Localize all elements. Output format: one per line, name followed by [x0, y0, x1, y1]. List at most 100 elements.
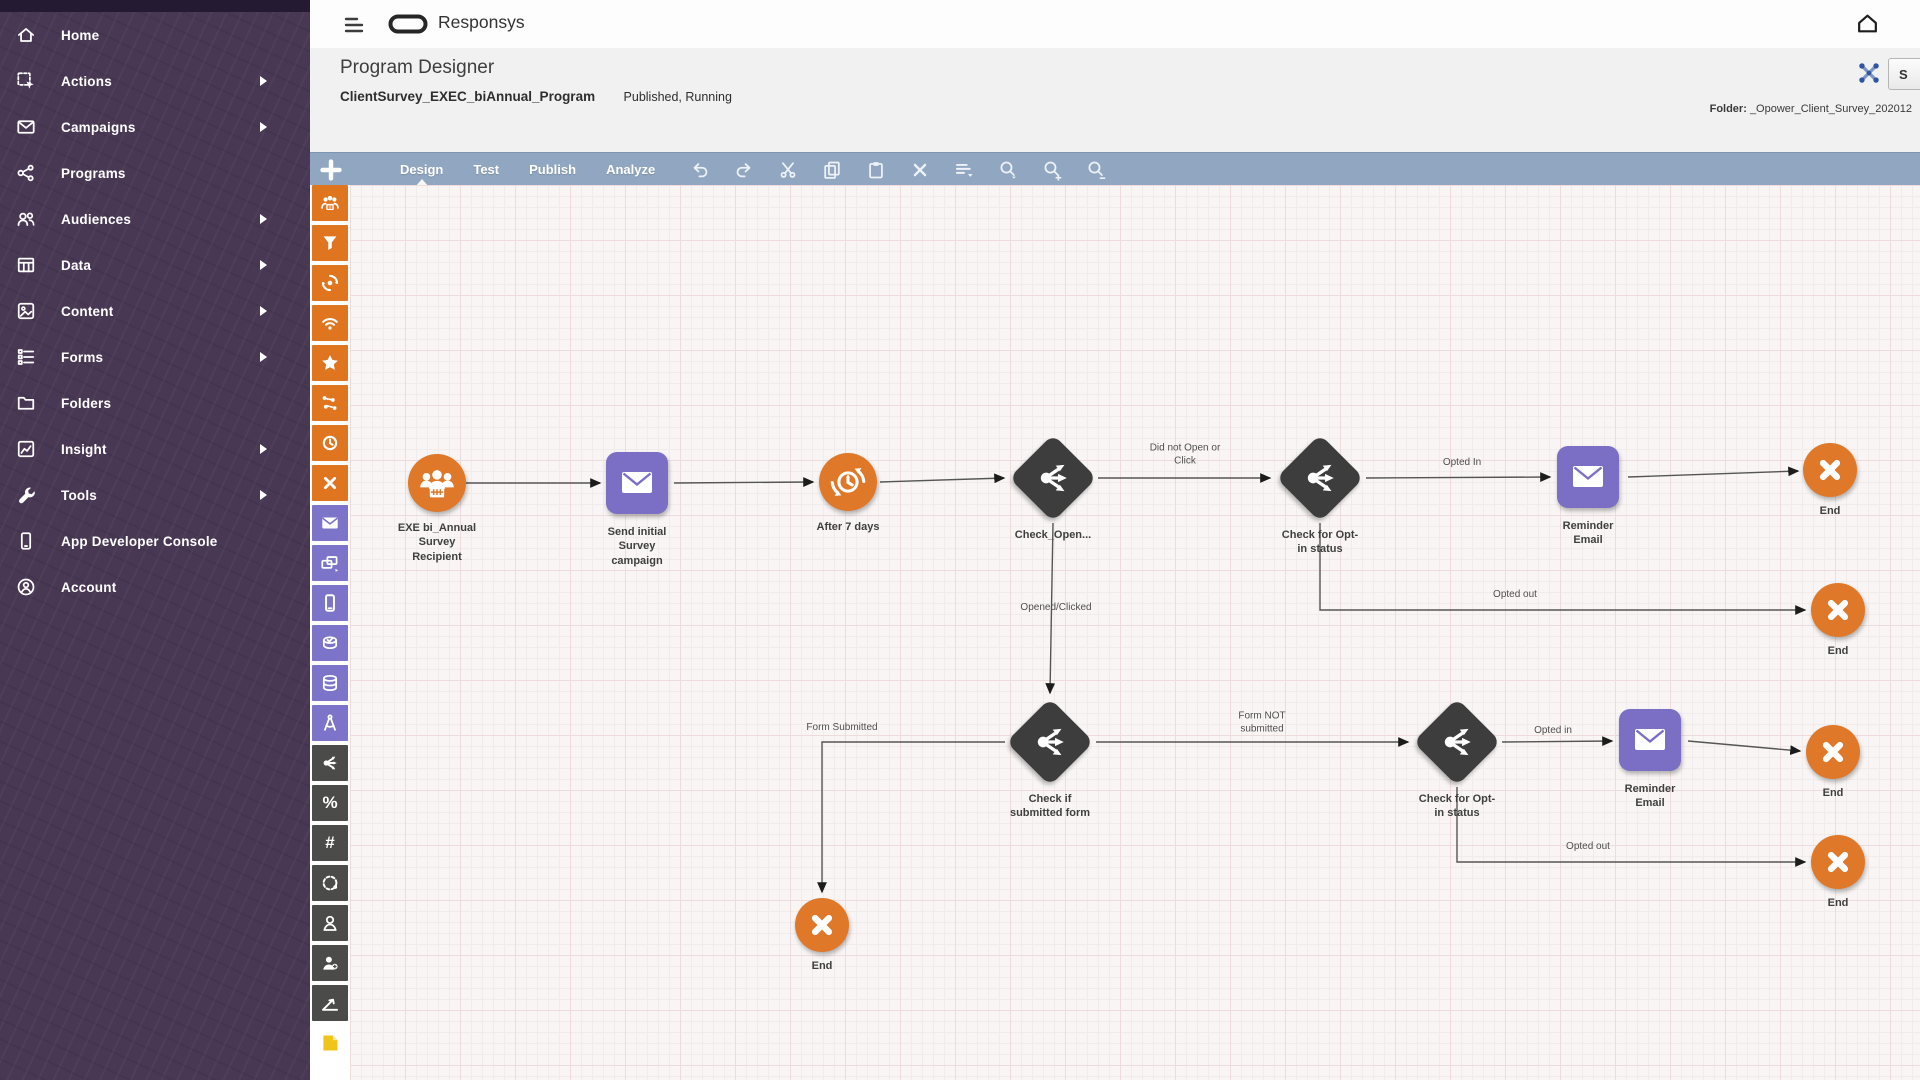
palette-item-mobile[interactable] [312, 585, 348, 621]
program-canvas[interactable]: Did not Open or ClickOpted InOpted outOp… [350, 185, 1920, 1080]
palette-item-approval[interactable] [312, 625, 348, 661]
cut-icon[interactable] [777, 159, 799, 181]
work-area: %# Did not Open or ClickOpted InOpted ou… [310, 185, 1920, 1080]
node-end-5[interactable] [1811, 835, 1865, 889]
sidebar-item-label: Account [61, 580, 116, 595]
mobile-icon [319, 592, 341, 614]
forms-icon [15, 346, 37, 368]
sidebar-item-folders[interactable]: Folders [0, 380, 310, 426]
email-icon [319, 512, 341, 534]
zoom-select-icon[interactable] [997, 159, 1019, 181]
top-bar: Responsys [310, 0, 1920, 49]
fit-to-screen-icon[interactable] [1856, 60, 1882, 86]
node-start[interactable] [408, 454, 466, 512]
sidebar-item-home[interactable]: Home [0, 12, 310, 58]
palette-item-cancel[interactable] [312, 465, 348, 501]
align-icon[interactable] [953, 159, 975, 181]
node-after-7-days[interactable] [819, 453, 877, 511]
sidebar-item-label: Folders [61, 396, 111, 411]
sidebar-item-actions[interactable]: Actions [0, 58, 310, 104]
palette-item-performance[interactable] [312, 985, 348, 1021]
timer-icon [319, 432, 341, 454]
folder-path: Folder: _Opower_Client_Survey_202012 [1710, 103, 1912, 115]
switch-icon [1031, 456, 1075, 500]
sidebar-item-insight[interactable]: Insight [0, 426, 310, 472]
sidebar-item-campaigns[interactable]: Campaigns [0, 104, 310, 150]
node-end-2[interactable] [1811, 583, 1865, 637]
palette-item-profile[interactable] [312, 905, 348, 941]
sidebar-item-programs[interactable]: Programs [0, 150, 310, 196]
data-icon [319, 672, 341, 694]
oracle-logo [388, 14, 428, 34]
stage-palette: %# [310, 185, 350, 1080]
palette-item-jump[interactable] [312, 385, 348, 421]
palette-item-favorite[interactable] [312, 345, 348, 381]
sidebar-item-app-developer-console[interactable]: App Developer Console [0, 518, 310, 564]
redo-icon[interactable] [733, 159, 755, 181]
palette-item-ab-split[interactable] [312, 705, 348, 741]
end-icon [1816, 840, 1860, 884]
node-reminder-email-2[interactable] [1619, 709, 1681, 771]
edge-12 [1457, 787, 1805, 862]
palette-item-signal[interactable] [312, 305, 348, 341]
node-end-1[interactable] [1803, 443, 1857, 497]
paste-icon[interactable] [865, 159, 887, 181]
palette-item-email[interactable] [312, 505, 348, 541]
insight-icon [15, 438, 37, 460]
sidebar-item-data[interactable]: Data [0, 242, 310, 288]
tab-analyze[interactable]: Analyze [606, 153, 655, 186]
favorite-icon [319, 352, 341, 374]
cancel-icon [319, 472, 341, 494]
sidebar-item-audiences[interactable]: Audiences [0, 196, 310, 242]
chevron-right-icon [260, 122, 267, 132]
sidebar-item-label: Insight [61, 442, 107, 457]
palette-item-note[interactable] [312, 1025, 348, 1061]
node-end-3[interactable] [795, 898, 849, 952]
sidebar-item-label: Forms [61, 350, 103, 365]
palette-item-branch[interactable] [312, 745, 348, 781]
home-icon[interactable] [1855, 11, 1880, 36]
palette-item-profile-status[interactable] [312, 945, 348, 981]
chevron-right-icon [260, 306, 267, 316]
sidebar-item-label: Campaigns [61, 120, 136, 135]
delete-icon[interactable] [909, 159, 931, 181]
sidebar-item-account[interactable]: Account [0, 564, 310, 610]
tab-publish[interactable]: Publish [529, 153, 576, 186]
palette-item-variants[interactable] [312, 545, 348, 581]
node-reminder-email-1[interactable] [1557, 446, 1619, 508]
palette-item-recurring-entry[interactable] [312, 265, 348, 301]
sidebar-item-label: Content [61, 304, 113, 319]
palette-item-filter[interactable] [312, 225, 348, 261]
palette-item-data[interactable] [312, 665, 348, 701]
flow-edges [350, 185, 1920, 1080]
account-icon [15, 576, 37, 598]
tab-test[interactable]: Test [473, 153, 499, 186]
palette-item-audience[interactable] [312, 185, 348, 221]
palette-item-percent-split[interactable]: % [312, 785, 348, 821]
save-button[interactable]: S [1888, 58, 1920, 90]
tab-design[interactable]: Design [400, 153, 443, 186]
zoom-in-icon[interactable] [1041, 159, 1063, 181]
edge-7 [1050, 523, 1053, 693]
edge-10 [1502, 741, 1612, 742]
jump-icon [319, 392, 341, 414]
node-end-4[interactable] [1806, 725, 1860, 779]
content-icon [15, 300, 37, 322]
sidebar-item-forms[interactable]: Forms [0, 334, 310, 380]
palette-item-timer[interactable] [312, 425, 348, 461]
copy-icon[interactable] [821, 159, 843, 181]
undo-icon[interactable] [689, 159, 711, 181]
node-send-initial[interactable] [606, 452, 668, 514]
signal-icon [319, 312, 341, 334]
hamburger-icon[interactable] [342, 13, 366, 35]
end-icon [1816, 588, 1860, 632]
actions-icon [15, 70, 37, 92]
palette-item-segment[interactable] [312, 865, 348, 901]
sidebar-item-content[interactable]: Content [0, 288, 310, 334]
edge-5 [1628, 471, 1798, 477]
zoom-out-icon[interactable] [1085, 159, 1107, 181]
add-stage-button[interactable] [318, 157, 344, 183]
palette-item-data-switch[interactable]: # [312, 825, 348, 861]
sidebar-item-tools[interactable]: Tools [0, 472, 310, 518]
note-icon [319, 1032, 341, 1054]
